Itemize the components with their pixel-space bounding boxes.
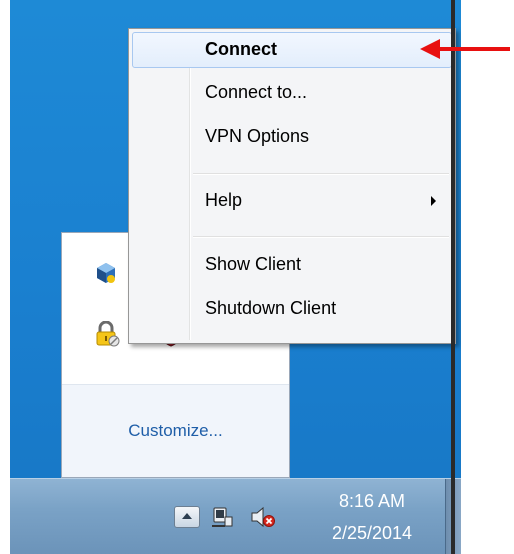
menu-item-label: Show Client xyxy=(205,254,302,274)
customize-area: Customize... xyxy=(62,384,289,477)
taskbar-clock[interactable]: 8:16 AM 2/25/2014 xyxy=(316,485,428,549)
menu-item-label: Shutdown Client xyxy=(205,298,337,318)
menu-item-connect[interactable]: Connect xyxy=(132,32,452,68)
menu-item-label: Connect to... xyxy=(205,82,308,102)
menu-item-label: Connect xyxy=(205,39,277,59)
menu-item-show-client[interactable]: Show Client xyxy=(132,247,452,283)
desktop-background: Customize... Connect Connect to... VPN O… xyxy=(10,0,461,554)
virtualbox-icon[interactable] xyxy=(94,261,118,285)
clock-date: 2/25/2014 xyxy=(331,523,413,543)
lock-icon[interactable] xyxy=(94,320,120,347)
taskbar: 8:16 AM 2/25/2014 xyxy=(10,478,461,554)
window-edge xyxy=(451,0,455,554)
menu-separator xyxy=(193,236,449,238)
show-hidden-icons-button[interactable] xyxy=(174,506,200,528)
menu-item-label: VPN Options xyxy=(205,126,310,146)
menu-item-vpn-options[interactable]: VPN Options xyxy=(132,119,452,155)
volume-muted-icon[interactable] xyxy=(250,505,276,529)
menu-item-help[interactable]: Help xyxy=(132,183,452,219)
red-arrow-icon xyxy=(420,39,510,59)
network-icon[interactable] xyxy=(210,505,234,529)
vpn-context-menu: Connect Connect to... VPN Options Help S… xyxy=(128,28,456,344)
menu-separator xyxy=(193,173,449,175)
customize-link[interactable]: Customize... xyxy=(128,421,222,441)
menu-item-label: Help xyxy=(205,190,243,210)
submenu-arrow-icon xyxy=(431,196,436,206)
menu-item-connect-to[interactable]: Connect to... xyxy=(132,75,452,111)
menu-item-shutdown-client[interactable]: Shutdown Client xyxy=(132,291,452,327)
chevron-up-icon xyxy=(182,513,192,519)
clock-time: 8:16 AM xyxy=(338,491,406,511)
